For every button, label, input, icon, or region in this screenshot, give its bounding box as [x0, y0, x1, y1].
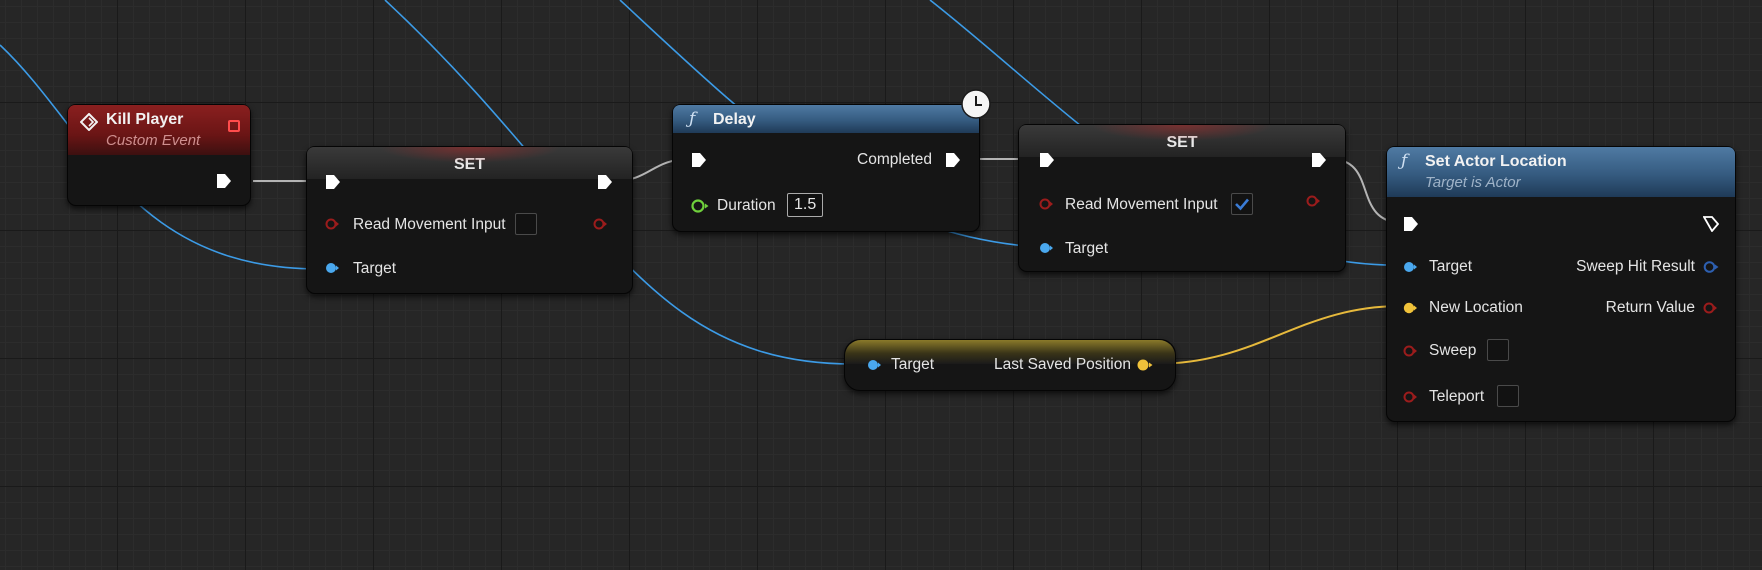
sal-target-label: Target — [1429, 258, 1473, 275]
sal-new-location-pin[interactable] — [1403, 302, 1417, 314]
last-saved-target-pin[interactable] — [867, 359, 881, 371]
kill-player-header: Kill Player Custom Event — [68, 105, 250, 155]
set-actor-location-node[interactable]: ƒ Set Actor Location Target is Actor Tar… — [1386, 146, 1736, 422]
kill-player-title: Kill Player — [106, 111, 184, 128]
sal-teleport-checkbox[interactable] — [1497, 385, 1519, 407]
last-saved-position-label: Last Saved Position — [993, 356, 1131, 373]
set2-target-label: Target — [1065, 240, 1109, 257]
set1-read-movement-out-pin[interactable] — [593, 218, 607, 230]
delay-duration-input[interactable]: 1.5 — [787, 193, 824, 217]
set1-target-pin[interactable] — [325, 262, 339, 274]
last-saved-target-label: Target — [891, 356, 935, 373]
function-icon: ƒ — [1401, 151, 1408, 171]
set-read-movement-node-2[interactable]: SET Read Movement Input Target — [1018, 124, 1346, 272]
checkmark-icon — [1235, 198, 1249, 211]
kill-player-event-node[interactable]: Kill Player Custom Event — [67, 104, 251, 206]
last-saved-position-getter-node[interactable]: Target Last Saved Position — [844, 339, 1176, 391]
delay-exec-in-pin[interactable] — [691, 152, 707, 168]
set2-header: SET — [1019, 125, 1345, 157]
sal-teleport-label: Teleport — [1429, 388, 1485, 405]
sal-target-pin[interactable] — [1403, 261, 1417, 273]
sal-exec-out-pin[interactable] — [1703, 216, 1719, 232]
sal-return-value-label: Return Value — [1605, 299, 1695, 316]
sal-new-location-label: New Location — [1429, 299, 1523, 316]
delegate-pin-icon[interactable] — [228, 120, 240, 132]
sal-exec-in-pin[interactable] — [1403, 216, 1419, 232]
sal-sweep-hit-result-label: Sweep Hit Result — [1576, 258, 1695, 275]
delay-duration-pin[interactable] — [691, 199, 709, 213]
set2-read-movement-checkbox[interactable] — [1231, 193, 1253, 215]
set1-target-label: Target — [353, 260, 397, 277]
set1-exec-out-pin[interactable] — [597, 174, 613, 190]
set1-header: SET — [307, 147, 632, 179]
sal-return-value-pin[interactable] — [1703, 302, 1717, 314]
set-actor-location-subtitle: Target is Actor — [1425, 174, 1521, 191]
set1-exec-in-pin[interactable] — [325, 174, 341, 190]
exec-out-pin[interactable] — [216, 173, 232, 189]
delay-completed-label: Completed — [857, 151, 932, 168]
set2-read-movement-label: Read Movement Input — [1065, 196, 1218, 213]
latent-clock-icon — [961, 89, 991, 119]
set2-read-movement-pin[interactable] — [1039, 198, 1053, 210]
last-saved-position-out-pin[interactable] — [1137, 359, 1153, 371]
set1-read-movement-pin[interactable] — [325, 218, 339, 230]
sal-sweep-label: Sweep — [1429, 342, 1477, 359]
sal-sweep-checkbox[interactable] — [1487, 339, 1509, 361]
delay-title: Delay — [713, 111, 756, 128]
delay-header: ƒ Delay — [673, 105, 979, 133]
vector-wire-lastsaved-newlocation[interactable] — [1153, 304, 1405, 365]
set2-title: SET — [1166, 134, 1198, 151]
set-read-movement-node-1[interactable]: SET Read Movement Input Target — [306, 146, 633, 294]
sal-sweep-hit-result-pin[interactable] — [1703, 261, 1719, 273]
sal-sweep-pin[interactable] — [1403, 345, 1417, 357]
event-diamond-icon — [80, 113, 98, 131]
delay-duration-label: Duration — [717, 197, 776, 214]
set1-title: SET — [453, 156, 486, 173]
delay-node[interactable]: ƒ Delay Completed Duration 1.5 — [672, 104, 980, 232]
set2-exec-in-pin[interactable] — [1039, 152, 1055, 168]
set1-read-movement-label: Read Movement Input — [353, 216, 506, 233]
sal-teleport-pin[interactable] — [1403, 391, 1417, 403]
function-icon: ƒ — [689, 109, 696, 129]
kill-player-subtitle: Custom Event — [106, 132, 201, 149]
set-actor-location-title: Set Actor Location — [1425, 153, 1567, 170]
set2-exec-out-pin[interactable] — [1311, 152, 1327, 168]
delay-completed-pin[interactable] — [945, 152, 961, 168]
set2-read-movement-out-pin[interactable] — [1306, 195, 1320, 207]
set-actor-location-header: ƒ Set Actor Location Target is Actor — [1387, 147, 1735, 197]
set2-target-pin[interactable] — [1039, 242, 1053, 254]
set1-read-movement-checkbox[interactable] — [515, 213, 537, 235]
